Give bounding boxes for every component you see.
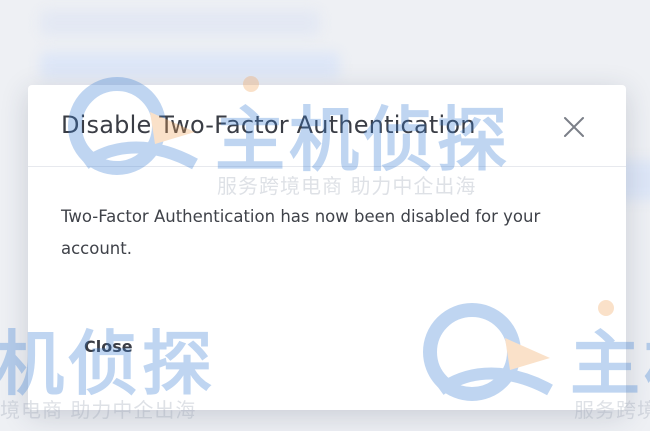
dialog-header: Disable Two-Factor Authentication bbox=[28, 85, 626, 167]
dialog-title: Disable Two-Factor Authentication bbox=[61, 111, 476, 139]
disable-2fa-dialog: Disable Two-Factor Authentication Two-Fa… bbox=[28, 85, 626, 410]
close-button[interactable]: Close bbox=[64, 318, 153, 374]
dialog-body: Two-Factor Authentication has now been d… bbox=[61, 201, 596, 265]
dialog-message: Two-Factor Authentication has now been d… bbox=[61, 207, 541, 258]
background-header-placeholder bbox=[40, 10, 320, 36]
close-icon[interactable] bbox=[560, 113, 588, 141]
background-row-placeholder bbox=[40, 52, 340, 78]
